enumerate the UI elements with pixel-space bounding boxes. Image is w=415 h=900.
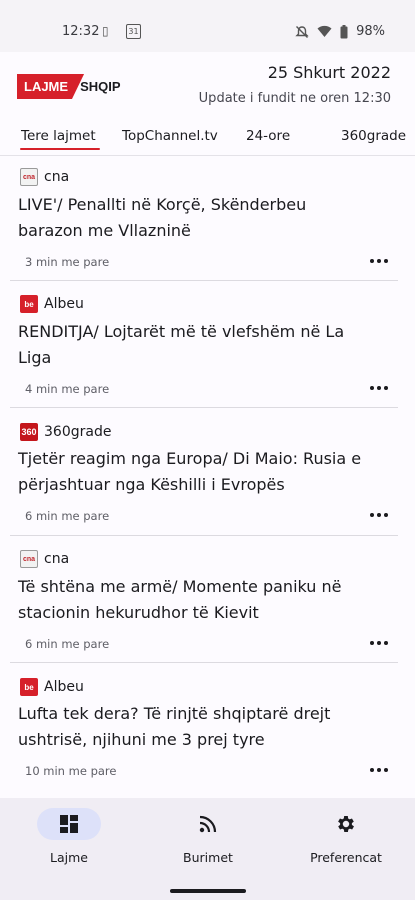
albeu-logo-icon: be [20,678,38,696]
article-time: 6 min me pare [25,637,110,651]
source-name: 360grade [44,424,112,440]
more-options-icon[interactable] [368,762,390,778]
nav-active-indicator [37,808,101,840]
article-title[interactable]: RENDITJA/ Lojtarët më të vlefshëm në La … [18,319,388,371]
more-options-icon[interactable] [368,635,390,651]
tab-24-ore[interactable]: 24-ore [246,128,290,144]
source-tabs: Tere lajmet TopChannel.tv 24-ore 360grad… [0,120,415,152]
article-title-line: LIVE'/ Penallti në Korçë, Skënderbeu [18,195,307,214]
calendar-icon: 31 [126,24,141,39]
article-title-line: stacionin hekurudhor të Kievit [18,603,259,622]
cna-logo-icon: cna [20,168,38,186]
source-name: cna [44,551,70,567]
gesture-handle[interactable] [170,889,246,893]
article-source: be Albeu [20,295,84,313]
nav-pill [176,808,240,840]
more-options-icon[interactable] [368,253,390,269]
article-item[interactable]: cna cna LIVE'/ Penallti në Korçë, Skënde… [0,156,415,281]
more-options-icon[interactable] [368,380,390,396]
status-time: 12:32 [62,24,100,39]
source-name: Albeu [44,679,84,695]
article-title-line: RENDITJA/ Lojtarët më të vlefshëm në La [18,322,345,341]
article-title-line: përjashtuar nga Këshilli i Evropës [18,475,285,494]
article-title-line: ushtrisë, njihuni me 3 prej tyre [18,730,265,749]
article-source: cna cna [20,550,69,568]
nav-item-burimet[interactable]: Burimet [148,808,268,865]
article-title[interactable]: Të shtëna me armë/ Momente paniku në sta… [18,574,388,626]
bottom-navigation: Lajme Burimet Preferencat [0,798,415,900]
article-source: be Albeu [20,678,84,696]
wifi-icon [317,25,332,37]
article-item[interactable]: be Albeu Lufta tek dera? Të rinjtë shqip… [0,663,415,793]
grid-icon [60,815,78,833]
app-logo: LAJME SHQIP [17,74,121,99]
article-time: 4 min me pare [25,382,110,396]
mute-icon [295,25,309,38]
current-date: 25 Shkurt 2022 [267,63,391,82]
article-time: 10 min me pare [25,764,117,778]
source-name: Albeu [44,296,84,312]
tab-tere-lajmet[interactable]: Tere lajmet [21,128,96,144]
article-title-line: Lufta tek dera? Të rinjtë shqiptarë drej… [18,704,331,723]
article-title[interactable]: LIVE'/ Penallti në Korçë, Skënderbeu bar… [18,192,388,244]
article-time: 3 min me pare [25,255,110,269]
cna-logo-icon: cna [20,550,38,568]
sim-icon: ▯ [102,24,109,38]
source-name: cna [44,169,70,185]
tab-360grade[interactable]: 360grade [341,128,406,144]
battery-percent: 98% [356,24,385,39]
albeu-logo-icon: be [20,295,38,313]
article-title-line: Liga [18,348,52,367]
article-item[interactable]: be Albeu RENDITJA/ Lojtarët më të vlefsh… [0,281,415,408]
last-update: Update i fundit ne oren 12:30 [198,91,391,106]
nav-label: Lajme [50,850,88,865]
gear-icon [338,816,354,832]
article-title-line: Tjetër reagim nga Europa/ Di Maio: Rusia… [18,449,362,468]
article-source: 360 360grade [20,423,111,441]
nav-item-lajme[interactable]: Lajme [9,808,129,865]
article-title[interactable]: Tjetër reagim nga Europa/ Di Maio: Rusia… [18,446,388,498]
status-icons: 98% [295,24,385,39]
rss-icon [199,815,217,833]
article-title[interactable]: Lufta tek dera? Të rinjtë shqiptarë drej… [18,701,388,753]
article-title-line: Të shtëna me armë/ Momente paniku në [18,577,342,596]
logo-lajme: LAJME [17,74,85,99]
article-time: 6 min me pare [25,509,110,523]
more-options-icon[interactable] [368,507,390,523]
status-bar: 12:32 ▯ 31 98% [0,0,415,52]
article-title-line: barazon me Vllazninë [18,221,191,240]
nav-pill [314,808,378,840]
nav-item-preferencat[interactable]: Preferencat [286,808,406,865]
360grade-logo-icon: 360 [20,423,38,441]
active-tab-indicator [20,148,100,150]
article-item[interactable]: cna cna Të shtëna me armë/ Momente panik… [0,536,415,663]
article-item[interactable]: 360 360grade Tjetër reagim nga Europa/ D… [0,408,415,536]
nav-label: Burimet [183,850,233,865]
nav-label: Preferencat [310,850,382,865]
battery-icon [340,24,348,38]
logo-shqip: SHQIP [80,79,121,94]
tab-topchannel[interactable]: TopChannel.tv [122,128,218,144]
article-source: cna cna [20,168,69,186]
